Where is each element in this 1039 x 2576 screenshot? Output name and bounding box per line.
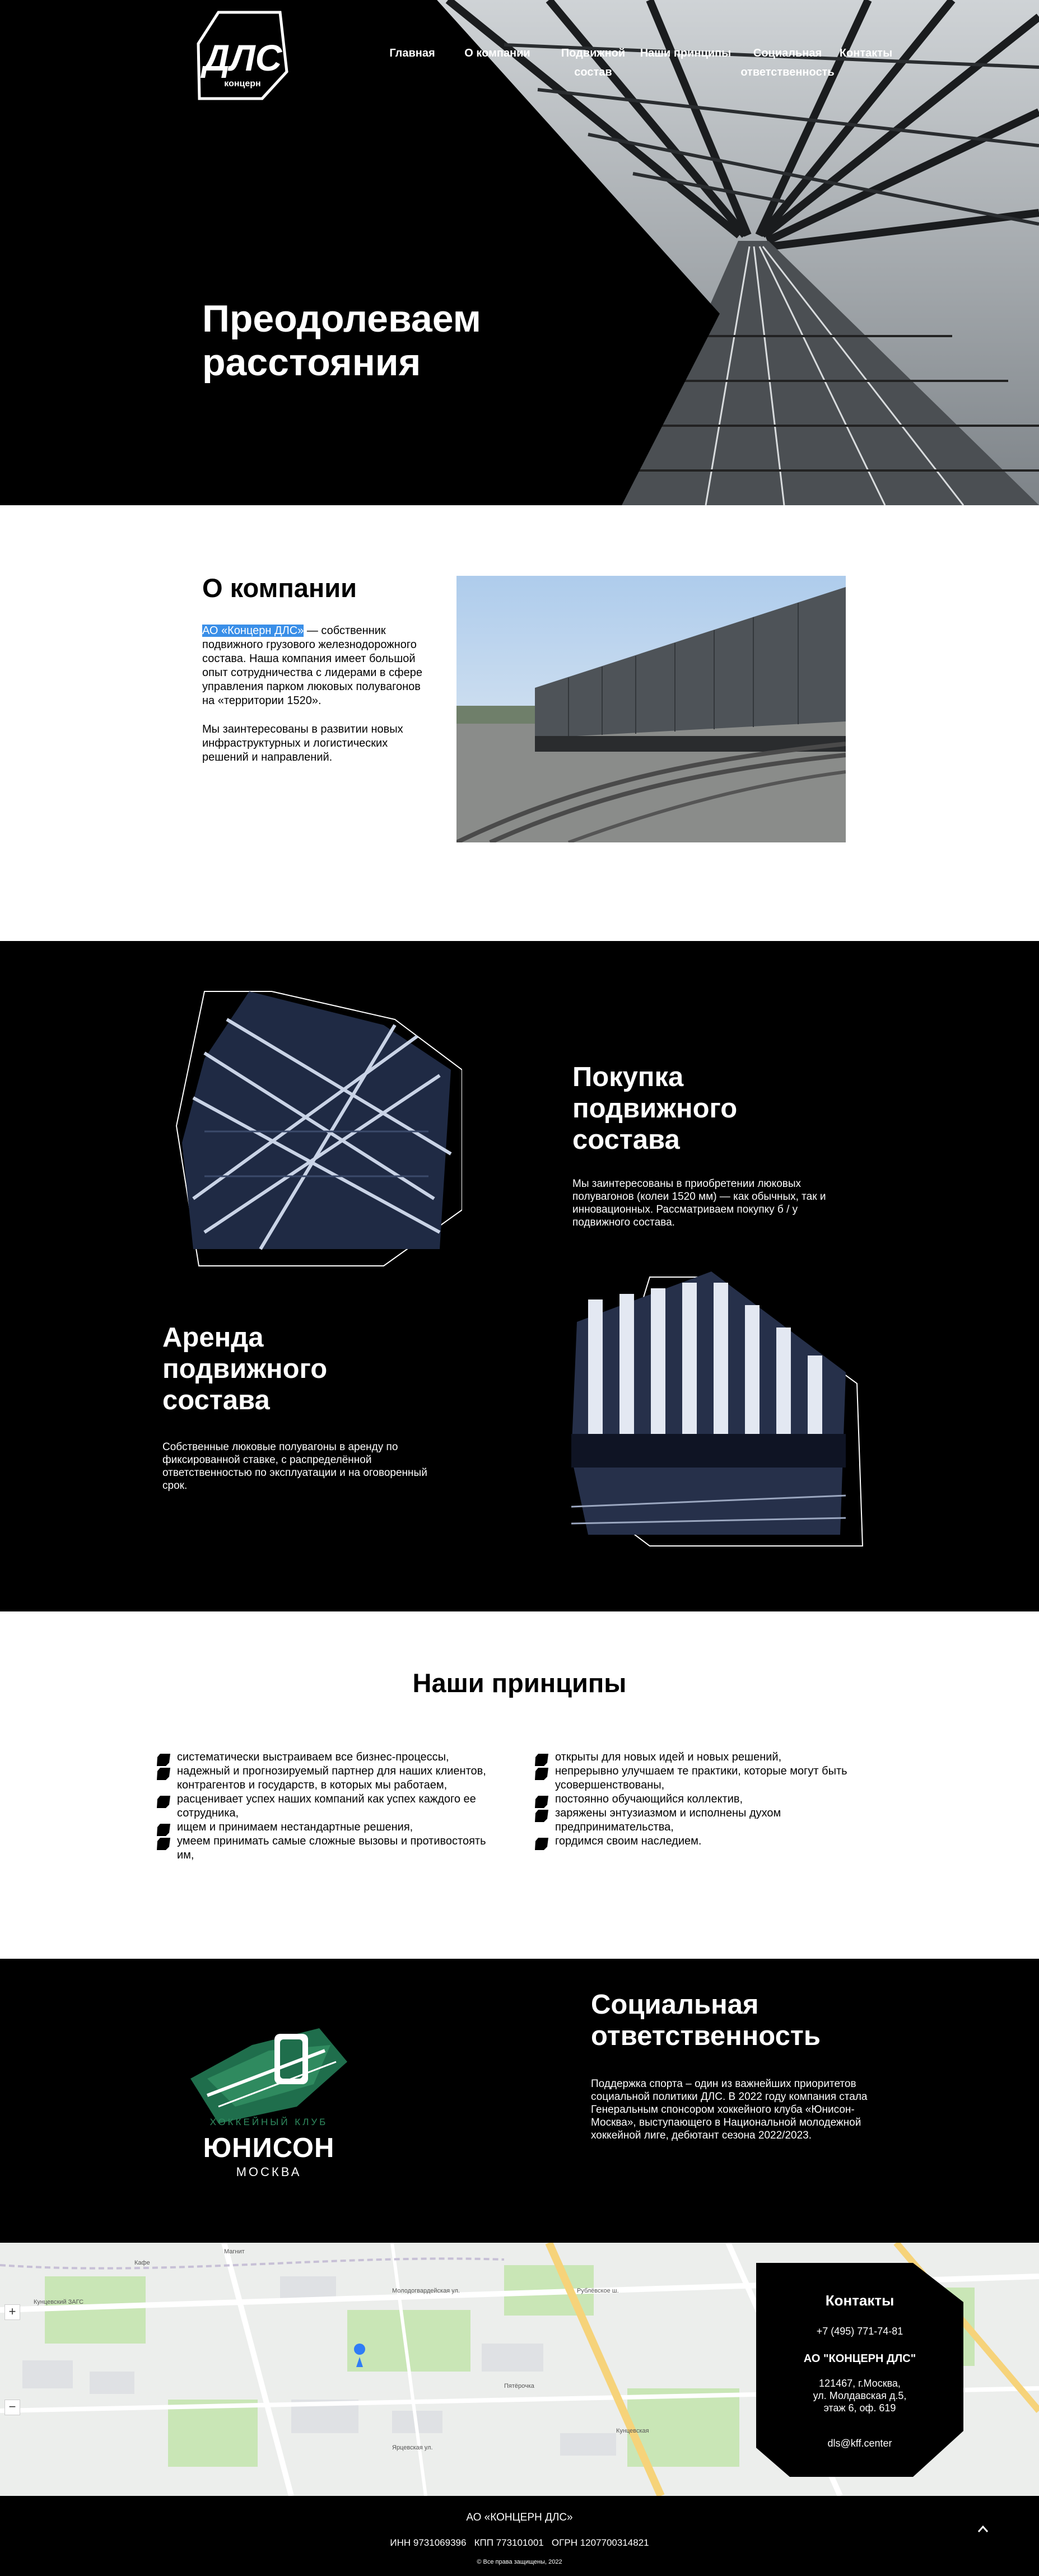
purchase-text: Мы заинтересованы в приобретении люковых… [572, 1178, 826, 1228]
bullet-icon [535, 1810, 548, 1822]
logo-sub: концерн [224, 79, 260, 88]
principles-left-list: систематически выстраиваем все бизнес-пр… [157, 1750, 498, 1862]
hero-section: ДЛС концерн Главная О компании Подвижной… [0, 0, 1039, 505]
bullet-icon [535, 1838, 548, 1850]
map-zoom-out-button[interactable]: − [4, 2400, 20, 2415]
list-item: расценивает успех наших компаний как усп… [157, 1792, 498, 1820]
nav-about[interactable]: О компании [463, 44, 532, 63]
dls-logo[interactable]: ДЛС концерн [196, 10, 289, 101]
contacts-address: 121467, г.Москва, ул. Молдавская д.5, этаж… [813, 2378, 907, 2414]
list-item: заряжены энтузиазмом и исполнены духом п… [535, 1806, 882, 1834]
list-item: непрерывно улучшаем те практики, которые… [535, 1764, 882, 1792]
rolling-stock-section: Покупка подвижного состава Мы заинтересова… [0, 941, 1039, 1611]
map-label: Магнит [224, 2248, 245, 2255]
principles-right-list: открыты для новых идей и новых решений, … [535, 1750, 882, 1850]
list-item: открыты для новых идей и новых решений, [535, 1750, 882, 1766]
map-label: Кафе [134, 2260, 150, 2266]
hero-title: Преодолеваем расстояния [202, 297, 481, 384]
map-label: Ярцевская ул. [392, 2444, 433, 2451]
footer-copyright: © Все права защищены, 2022 [477, 2559, 562, 2565]
map-label: Пятёрочка [504, 2383, 534, 2389]
list-item: систематически выстраиваем все бизнес-пр… [157, 1750, 498, 1766]
wagon-closeup-image [571, 1271, 864, 1546]
contacts-phone[interactable]: +7 (495) 771-74-81 [756, 2326, 963, 2337]
club-city: МОСКВА [236, 2165, 302, 2179]
bullet-icon [157, 1838, 170, 1850]
contacts-title: Контакты [825, 2292, 894, 2309]
list-item: ищем и принимаем нестандартные решения, [157, 1820, 498, 1836]
about-highlight: АО «Концерн ДЛС» [202, 625, 304, 637]
scroll-up-icon[interactable] [977, 2525, 989, 2533]
list-item: гордимся своим наследием. [535, 1834, 882, 1850]
list-item: постоянно обучающийся коллектив, [535, 1792, 882, 1808]
page: ДЛС концерн Главная О компании Подвижной… [0, 0, 1039, 2576]
contacts-card: Контакты +7 (495) 771-74-81 АО "КОНЦЕРН … [756, 2263, 963, 2477]
rent-title: Аренда подвижного состава [162, 1322, 328, 1415]
nav-principles[interactable]: Наши принципы [639, 44, 733, 63]
map-label: Кунцевский ЗАГС [34, 2299, 84, 2305]
map-zoom-in-button[interactable]: + [4, 2304, 20, 2320]
nav-home[interactable]: Главная [386, 44, 438, 63]
bullet-icon [157, 1768, 170, 1780]
hero-bridge-image [0, 0, 1039, 505]
nav-contacts[interactable]: Контакты [837, 44, 895, 63]
purchase-title: Покупка подвижного состава [572, 1062, 738, 1155]
bullet-icon [157, 1796, 170, 1808]
nav-rolling-stock[interactable]: Подвижной состав [557, 44, 630, 82]
map-label: Кунцевская [616, 2428, 649, 2434]
about-title: О компании [202, 573, 357, 603]
principles-title: Наши принципы [412, 1668, 627, 1698]
club-name: ЮНИСОН [203, 2133, 335, 2163]
principles-section: Наши принципы систематически выстраиваем… [0, 1611, 1039, 1959]
freight-wagons-photo [456, 576, 846, 842]
about-paragraph-2: Мы заинтересованы в развитии новых инфра… [202, 723, 403, 763]
club-caption: ХОККЕЙНЫЙ КЛУБ [209, 2117, 328, 2127]
map-label: Рублёвское ш. [577, 2288, 619, 2294]
footer-requisites: ИНН 9731069396 КПП 773101001 ОГРН 120770… [390, 2537, 649, 2548]
about-section: О компании АО «Концерн ДЛС» — собственни… [0, 505, 1039, 941]
footer-company: АО «КОНЦЕРН ДЛС» [466, 2512, 573, 2523]
contacts-email[interactable]: dls@kff.center [756, 2438, 963, 2449]
contacts-company: АО "КОНЦЕРН ДЛС" [803, 2353, 916, 2365]
nav-social[interactable]: Социальная ответственность [737, 44, 838, 82]
bullet-icon [535, 1768, 548, 1780]
about-text: АО «Концерн ДЛС» — собственник подвижног… [202, 624, 426, 765]
list-item: надежный и прогнозируемый партнер для на… [157, 1764, 498, 1792]
social-title: Социальная ответственность [591, 1990, 821, 2051]
social-text: Поддержка спорта – один из важнейших при… [591, 2078, 868, 2141]
footer: АО «КОНЦЕРН ДЛС» ИНН 9731069396 КПП 7731… [0, 2496, 1039, 2576]
map-label: Молодогвардейская ул. [392, 2288, 460, 2294]
list-item: умеем принимать самые сложные вызовы и п… [157, 1834, 498, 1862]
rail-junction-image [175, 991, 462, 1266]
logo-text: ДЛС [201, 37, 283, 78]
social-section: ХОККЕЙНЫЙ КЛУБ ЮНИСОН МОСКВА Социальная о… [0, 1959, 1039, 2243]
rent-text: Собственные люковые полувагоны в аренду … [162, 1441, 427, 1492]
